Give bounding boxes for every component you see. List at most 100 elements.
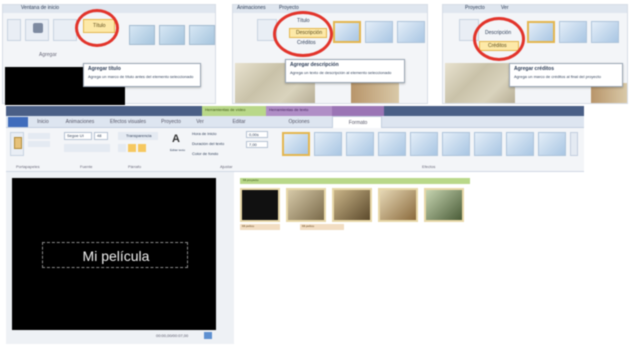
text-duration-input[interactable]: 7,00 — [246, 141, 268, 148]
panel-3-tab-ver[interactable]: Ver — [501, 6, 509, 11]
clipboard-icon — [14, 137, 22, 149]
panel-2-tooltip-text: Agrega un texto de descripción al elemen… — [290, 70, 392, 75]
panel-2-theme-thumb-1[interactable] — [333, 21, 361, 43]
panel-3-photo — [445, 63, 515, 103]
edit-text-button[interactable]: A Editar texto — [170, 132, 186, 156]
tab-formato-active[interactable]: Formato — [332, 116, 382, 128]
title-text-box[interactable]: Mi película — [42, 242, 188, 268]
tab-animaciones[interactable]: Animaciones — [60, 117, 100, 127]
panel-3-tooltip-text: Agrega un marco de créditos al final del… — [514, 74, 601, 79]
align-right-button[interactable] — [138, 144, 146, 152]
start-time-value: 0,00s — [249, 132, 259, 137]
font-size-value: 48 — [97, 133, 102, 138]
panel-2-theme-thumb-3[interactable] — [397, 21, 425, 43]
text-a-icon: A — [172, 133, 180, 145]
context-band-video-label: Herramientas de vídeo — [205, 107, 246, 112]
caption-bar-1[interactable]: Mi pelícu — [240, 224, 280, 230]
effect-thumb-4[interactable] — [378, 132, 406, 156]
edit-text-label: Editar texto — [170, 148, 186, 152]
font-name-select[interactable]: Segoe UI — [64, 132, 92, 140]
context-band-text: Herramientas de texto — [266, 106, 332, 116]
tab-proyecto[interactable]: Proyecto — [156, 117, 186, 127]
panel-3-theme-thumb-3[interactable] — [591, 21, 619, 43]
clip-photo-3[interactable] — [378, 188, 418, 222]
paragraph-group-label: Párrafo — [128, 164, 142, 169]
effect-thumb-5[interactable] — [410, 132, 438, 156]
music-track-bar: Mi proyecto — [240, 178, 470, 184]
preview-title: Mi película — [82, 248, 150, 264]
file-menu-button[interactable] — [8, 117, 28, 127]
align-left-button[interactable] — [118, 144, 126, 152]
panel-2-tab-animaciones[interactable]: Animaciones — [237, 6, 266, 11]
start-time-input[interactable]: 0,00s — [246, 131, 268, 138]
align-center-button[interactable] — [128, 144, 136, 152]
panel-1-highlight-circle — [75, 9, 119, 47]
caption-bar-1-label: Mi pelícu — [242, 224, 255, 228]
panel-1-theme-thumb-2[interactable] — [159, 25, 185, 45]
panel-2-tab-proyecto[interactable]: Proyecto — [279, 6, 299, 11]
panel-1-button-c[interactable] — [53, 19, 77, 41]
transparency-control[interactable]: Transparencia — [118, 132, 158, 140]
context-band-text-label: Herramientas de texto — [269, 107, 309, 112]
font-size-select[interactable]: 48 — [94, 132, 108, 140]
caption-bar-2[interactable]: Mi pelícu — [300, 224, 344, 230]
panel-2-photo-strip — [351, 83, 399, 103]
tab-efectos[interactable]: Efectos visuales — [106, 117, 150, 127]
effect-thumb-6[interactable] — [442, 132, 470, 156]
panel-1-button-a[interactable] — [7, 19, 21, 41]
clip-photo-4[interactable] — [424, 188, 464, 222]
effect-thumb-2[interactable] — [314, 132, 342, 156]
font-name-value: Segoe UI — [67, 133, 84, 138]
caption-bar-2-label: Mi pelícu — [302, 224, 315, 228]
panel-2-tooltip: Agregar descripción Agrega un texto de d… — [285, 59, 405, 83]
tab-editar[interactable]: Editar — [228, 117, 250, 127]
font-group-label: Fuente — [80, 164, 93, 169]
tab-inicio[interactable]: Inicio — [32, 117, 54, 127]
clip-title-frame[interactable] — [240, 188, 280, 222]
panel-3-theme-thumb-2[interactable] — [559, 21, 587, 43]
transparency-label: Transparencia — [126, 133, 152, 138]
people-icon — [33, 23, 43, 33]
fullscreen-button[interactable] — [204, 332, 212, 339]
panel-3-highlight-circle — [473, 17, 525, 61]
clip-photo-1[interactable] — [286, 188, 326, 222]
bg-color-label[interactable]: Color de fondo — [192, 152, 218, 156]
panel-3-tooltip: Agregar créditos Agrega un marco de créd… — [509, 63, 623, 87]
adjust-group-label: Ajustar — [220, 164, 233, 169]
music-track-label: Mi proyecto — [243, 178, 259, 182]
panel-3-ribbon: Proyecto Ver Descripción Créditos Agrega… — [442, 4, 628, 104]
main-tab-bar: Inicio Animaciones Efectos visuales Proy… — [6, 116, 584, 128]
preview-pane: Mi película 00:00,00/00:07,00 — [6, 172, 234, 344]
clip-photo-2[interactable] — [332, 188, 372, 222]
panel-2-tooltip-title: Agregar descripción — [290, 62, 339, 68]
effect-thumb-3[interactable] — [346, 132, 374, 156]
panel-3-tab-proyecto[interactable]: Proyecto — [465, 6, 485, 11]
playback-time: 00:00,00/00:07,00 — [156, 333, 189, 338]
panel-3-theme-thumb-1[interactable] — [527, 21, 555, 43]
effect-thumb-1[interactable] — [282, 132, 310, 156]
panel-3-tooltip-title: Agregar créditos — [514, 66, 555, 72]
panel-1-theme-thumb-3[interactable] — [189, 25, 215, 45]
effects-group-label: Efectos — [422, 164, 436, 169]
preview-screen: Mi película — [12, 178, 216, 330]
effect-thumb-7[interactable] — [474, 132, 502, 156]
paste-button[interactable] — [10, 132, 24, 156]
panel-1-tooltip-title: Agregar título — [88, 66, 121, 72]
start-time-label: Hora de inicio — [192, 131, 217, 136]
font-format-buttons[interactable] — [64, 144, 110, 152]
copy-button[interactable] — [28, 141, 50, 147]
tab-ver[interactable]: Ver — [192, 117, 208, 127]
panel-1-tooltip: Agregar título Agrega un marco de título… — [83, 63, 201, 87]
effect-thumb-8[interactable] — [506, 132, 534, 156]
context-band-purple — [332, 106, 384, 116]
main-ribbon: Portapapeles Segoe UI 48 Fuente Transpar… — [6, 128, 584, 172]
panel-1-tab-start[interactable]: Ventana de inicio — [21, 6, 59, 11]
effects-gallery-scroll[interactable] — [570, 132, 578, 156]
tab-opciones[interactable]: Opciones — [284, 117, 314, 127]
cut-button[interactable] — [28, 133, 50, 139]
effect-thumb-9[interactable] — [538, 132, 566, 156]
panel-2-theme-thumb-2[interactable] — [365, 21, 393, 43]
panel-1-theme-thumb-1[interactable] — [129, 25, 155, 45]
panel-1-button-b[interactable] — [25, 19, 49, 41]
context-band-video: Herramientas de vídeo — [202, 106, 266, 116]
